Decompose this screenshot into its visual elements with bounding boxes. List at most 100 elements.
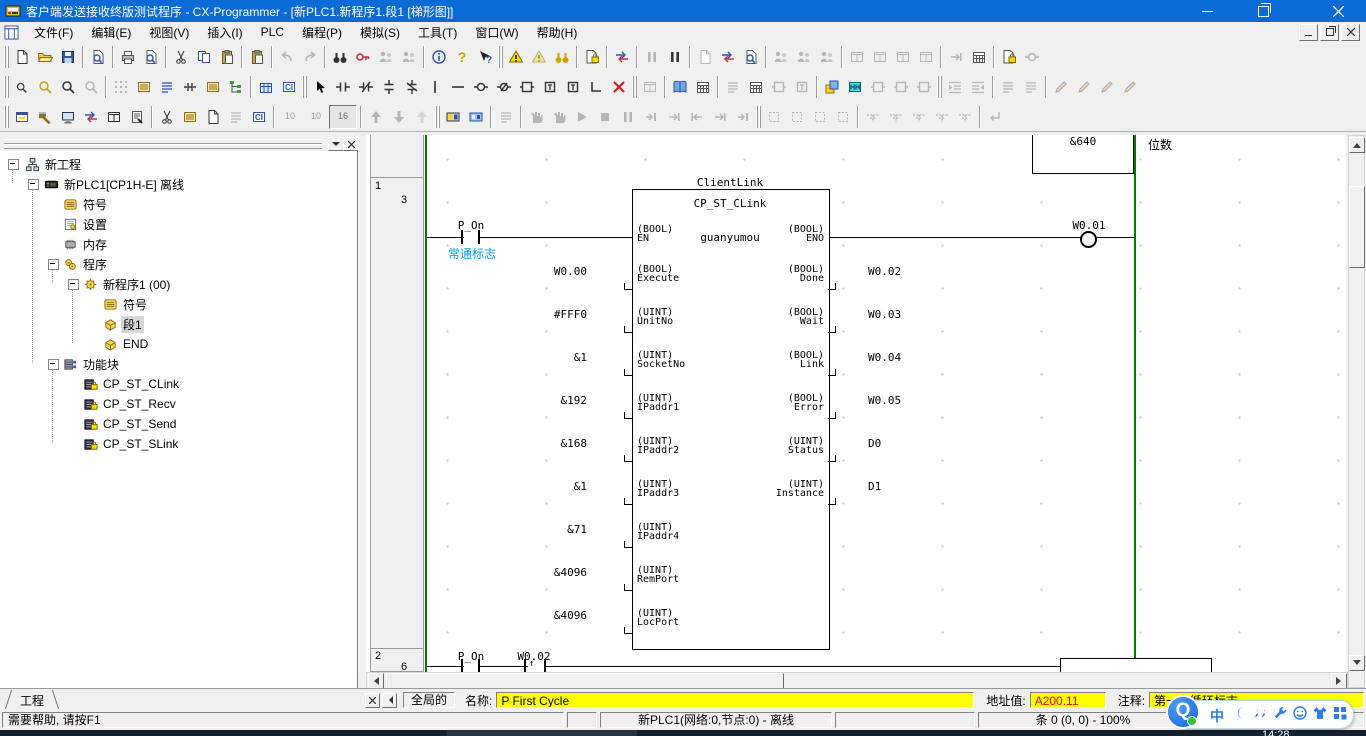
ime-skin-icon[interactable]: [1312, 705, 1328, 721]
paste-special-button[interactable]: [245, 46, 268, 68]
new-contact-button[interactable]: [331, 76, 354, 98]
find-button[interactable]: [328, 46, 351, 68]
panel-close-button[interactable]: [343, 137, 359, 151]
indent-right-button[interactable]: [966, 76, 989, 98]
cut-button[interactable]: [169, 46, 192, 68]
undo-button[interactable]: [275, 46, 298, 68]
pen-2-button[interactable]: [1072, 76, 1095, 98]
new-instruction-button[interactable]: [515, 76, 538, 98]
pause-b-button[interactable]: [663, 46, 686, 68]
fb-operand[interactable]: W0.02: [868, 265, 901, 278]
watch-3-button[interactable]: [767, 76, 790, 98]
fb-instance-name[interactable]: ClientLink: [632, 176, 828, 189]
diff-monitor-5-button[interactable]: [953, 106, 976, 128]
restore-button[interactable]: [1240, 0, 1286, 22]
find-warning-button[interactable]: [550, 46, 573, 68]
ime-logo-icon[interactable]: Q: [1166, 695, 1200, 729]
stop-button[interactable]: [593, 106, 616, 128]
toolbar-grip[interactable]: [630, 76, 638, 98]
menu-edit[interactable]: 编辑(E): [82, 22, 140, 43]
properties-button[interactable]: [125, 106, 148, 128]
monitor-10-button[interactable]: 10: [277, 106, 303, 128]
verify-button[interactable]: [410, 106, 433, 128]
time-chart-button[interactable]: [967, 46, 990, 68]
scan-run-button[interactable]: [731, 106, 754, 128]
monitor-1-button[interactable]: [769, 46, 792, 68]
replace-button[interactable]: [351, 46, 374, 68]
run-button[interactable]: [570, 106, 593, 128]
info-button[interactable]: [427, 46, 450, 68]
ime-wrench-icon[interactable]: [1272, 705, 1288, 721]
fb-operand[interactable]: &1: [487, 480, 587, 493]
open-button[interactable]: [33, 46, 56, 68]
security-button[interactable]: [997, 46, 1020, 68]
compile-check-button[interactable]: [86, 46, 109, 68]
toolbar-grip[interactable]: [2, 76, 10, 98]
fb-operand[interactable]: &1: [487, 351, 587, 364]
zoom-out-button[interactable]: [10, 76, 33, 98]
toolbar-grip[interactable]: [433, 106, 441, 128]
fb-operand[interactable]: &4096: [487, 609, 587, 622]
mdi-minimize-button[interactable]: [1299, 24, 1318, 41]
cross-reference-button[interactable]: [79, 106, 102, 128]
comment-instruction-button[interactable]: [277, 76, 300, 98]
fb-operand[interactable]: W0.05: [868, 394, 901, 407]
debug-list-button[interactable]: [494, 106, 517, 128]
pen-4-button[interactable]: [1118, 76, 1141, 98]
upload-button[interactable]: [364, 106, 387, 128]
toolbar-grip[interactable]: [754, 106, 762, 128]
tree-item-project[interactable]: 新工程: [0, 155, 83, 173]
diff-monitor-4-button[interactable]: [930, 106, 953, 128]
symbol-address-field[interactable]: A200.11: [1030, 692, 1106, 708]
horizontal-scrollbar[interactable]: [366, 672, 1348, 689]
smart-input-button[interactable]: [254, 76, 277, 98]
step-out-button[interactable]: [685, 106, 708, 128]
program-verify-button[interactable]: [739, 46, 762, 68]
set-value-button[interactable]: [831, 106, 854, 128]
new-coil-button[interactable]: [469, 76, 492, 98]
monitor-16-button[interactable]: 16: [329, 105, 357, 129]
tree-item-new-program[interactable]: 新程序1 (00): [0, 275, 172, 293]
fb-operand[interactable]: W0.00: [487, 265, 587, 278]
contact-label[interactable]: P_On: [449, 650, 493, 663]
context-help-button[interactable]: [473, 46, 496, 68]
force-off-button[interactable]: [785, 106, 808, 128]
window-split-2-button[interactable]: [868, 46, 891, 68]
tree-item-symbols[interactable]: 符号: [0, 195, 109, 213]
fb-operand[interactable]: #FFF0: [487, 308, 587, 321]
return-button[interactable]: [983, 106, 1006, 128]
hex-monitor-button[interactable]: [843, 76, 866, 98]
delete-line-button[interactable]: [607, 76, 630, 98]
menu-help[interactable]: 帮助(H): [528, 22, 587, 43]
rung-list-button[interactable]: [155, 76, 178, 98]
menu-insert[interactable]: 插入(I): [198, 22, 251, 43]
compile-program-button[interactable]: [504, 46, 527, 68]
toolbar-grip[interactable]: [300, 76, 308, 98]
build-button[interactable]: [33, 106, 56, 128]
list-b-button[interactable]: [1019, 76, 1042, 98]
tree-item-fb-send[interactable]: CP_ST_Send: [0, 415, 178, 433]
window-split-4-button[interactable]: [914, 46, 937, 68]
help-button[interactable]: [450, 46, 473, 68]
toolbar-grip[interactable]: [2, 106, 10, 128]
line-connect-button[interactable]: [584, 76, 607, 98]
menu-simulation[interactable]: 模拟(S): [351, 22, 409, 43]
scroll-left-button[interactable]: [368, 673, 384, 689]
pen-1-button[interactable]: [1049, 76, 1072, 98]
grid-toggle-button[interactable]: [109, 76, 132, 98]
aux-2-button[interactable]: [889, 76, 912, 98]
address-reference-button[interactable]: [102, 106, 125, 128]
fb-library-button[interactable]: [638, 76, 661, 98]
scroll-right-button[interactable]: [1331, 673, 1347, 689]
print-preview-button[interactable]: [139, 46, 162, 68]
indent-left-button[interactable]: [943, 76, 966, 98]
continuous-step-button[interactable]: [708, 106, 731, 128]
fb-operand[interactable]: &168: [487, 437, 587, 450]
fb-operand[interactable]: &192: [487, 394, 587, 407]
vertical-scroll-thumb[interactable]: [1349, 186, 1365, 268]
work-online-button[interactable]: [441, 106, 464, 128]
mnemonic-view-button[interactable]: [224, 106, 247, 128]
program-upload-button[interactable]: [716, 46, 739, 68]
toolbar-grip[interactable]: [496, 46, 504, 68]
pause-monitor-button[interactable]: [524, 106, 547, 128]
